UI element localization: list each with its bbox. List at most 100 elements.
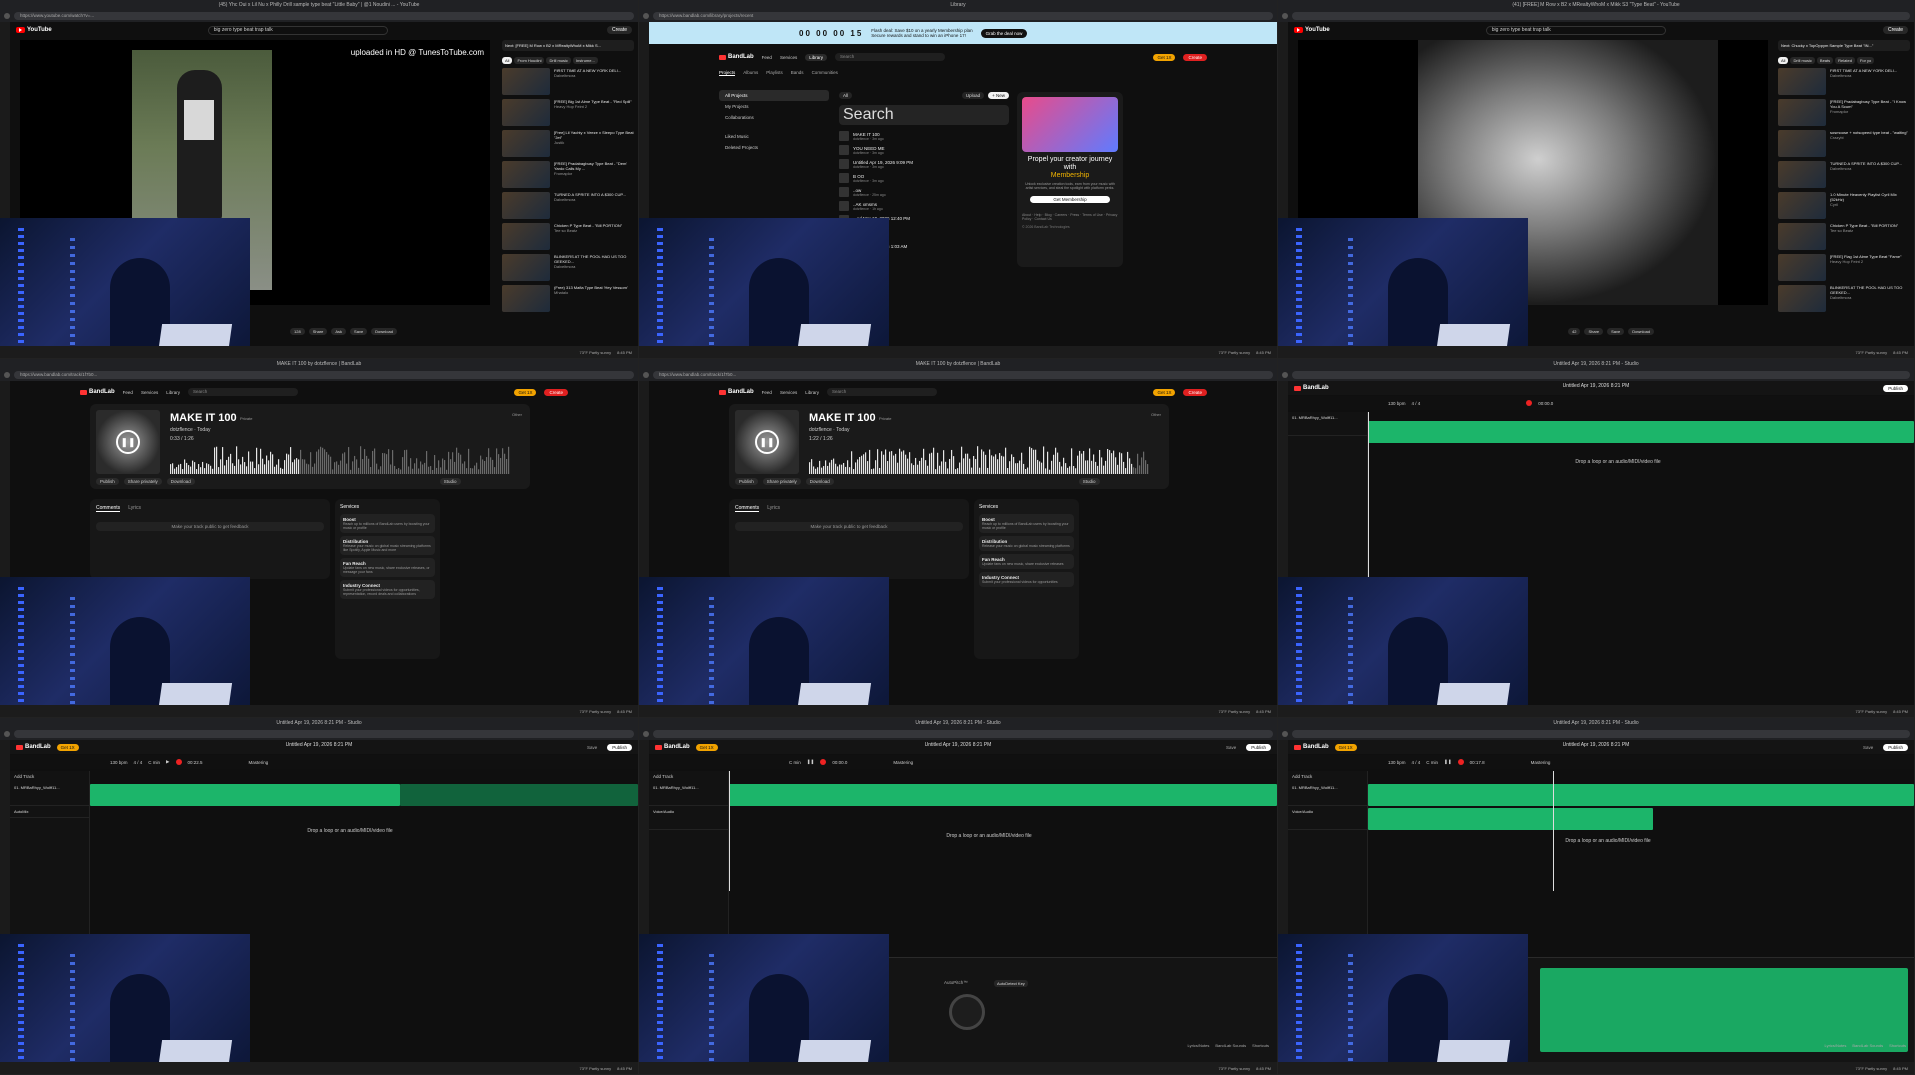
studio-button[interactable]: Studio xyxy=(439,478,461,485)
list-item[interactable]: [FREE] Big 1st Alme Type Beat - "Red Spi… xyxy=(502,99,634,126)
bandlab-logo[interactable]: BandLab xyxy=(16,744,51,750)
list-item[interactable]: 1.0 Minute Heavenly Playlist Cyril Mix (… xyxy=(1778,192,1910,219)
bandlab-sounds-link[interactable]: BandLab Sounds xyxy=(1215,1043,1246,1048)
publish-button[interactable]: Publish xyxy=(735,478,758,485)
service-distribution[interactable]: Distribution Release your music on global… xyxy=(340,536,435,555)
save-button[interactable]: Save xyxy=(1863,745,1873,750)
chip[interactable]: Drill music xyxy=(546,57,571,64)
tab-albums[interactable]: Albums xyxy=(743,70,758,76)
track-artist[interactable]: dotzflence · Today xyxy=(170,427,211,433)
vocal-waveform[interactable] xyxy=(1540,968,1908,1052)
service-boost[interactable]: Boost Reach up to millions of BandLab use… xyxy=(979,514,1074,533)
service-boost[interactable]: Boost Reach up to millions of BandLab use… xyxy=(340,514,435,533)
chip[interactable]: Related xyxy=(1835,57,1855,64)
shortcuts-link[interactable]: Shortcuts xyxy=(1252,1043,1269,1048)
table-row[interactable]: ..AK xmsms dotzflence · 1h ago xyxy=(839,201,1009,211)
list-item[interactable]: sosmoose + notsopeed type beat - "waitin… xyxy=(1778,130,1910,157)
search-input[interactable]: Search xyxy=(834,53,945,61)
bandlab-logo[interactable]: BandLab xyxy=(1294,744,1329,750)
list-item[interactable]: FIRST TIME AT A NEW YORK DELI... Dalveltm… xyxy=(1778,68,1910,95)
bandlab-logo[interactable]: BandLab xyxy=(80,389,115,395)
create-button[interactable]: Create xyxy=(1882,26,1908,34)
list-item[interactable]: [FREE] Pradabagbusy Type Beat - "I Know … xyxy=(1778,99,1910,126)
back-icon[interactable] xyxy=(643,372,649,378)
nav-services[interactable]: Services xyxy=(780,390,797,395)
browser-tab[interactable]: Library xyxy=(950,2,965,8)
save-button[interactable]: Save xyxy=(1226,745,1236,750)
tempo[interactable]: 130 bpm xyxy=(1388,401,1406,406)
tab-projects[interactable]: Projects xyxy=(719,70,736,76)
vocal-region[interactable] xyxy=(1368,808,1653,830)
nav-services[interactable]: Services xyxy=(780,55,797,60)
bandlab-logo[interactable]: BandLab xyxy=(719,389,754,395)
list-item[interactable]: BLINKERS AT THE POOL HAD US TOO GEEKED..… xyxy=(502,254,634,281)
list-item[interactable]: Chicken P Type Beat - "Bill PORTION" Tee … xyxy=(1778,223,1910,250)
address-bar[interactable] xyxy=(14,730,634,738)
upload-button[interactable]: Upload xyxy=(961,92,985,99)
list-item[interactable]: FIRST TIME AT A NEW YORK DELI... Dalveltm… xyxy=(502,68,634,95)
table-row[interactable]: ..ow dotzflence · 25m ago xyxy=(839,187,1009,197)
chip[interactable]: All xyxy=(502,57,513,64)
browser-tab[interactable]: MAKE IT 100 by dotzflence | BandLab xyxy=(916,361,1001,367)
list-item[interactable]: TURNED A SPRITE INTO A $300 CUP... Dalvel… xyxy=(502,192,634,219)
tab-lyrics[interactable]: Lyrics xyxy=(128,505,141,512)
nav-library[interactable]: Library xyxy=(805,53,827,61)
mastering-button[interactable]: Mastering xyxy=(1531,760,1551,765)
playhead[interactable] xyxy=(1553,771,1554,891)
list-item[interactable]: [FREE] Pradabagbusy Type Beat - "Dem' Ya… xyxy=(502,161,634,188)
address-bar[interactable]: https://www.bandlab.com/track/1f7b0... xyxy=(653,371,1273,379)
gift-button[interactable]: Get 1X xyxy=(1153,53,1176,61)
track-waveform[interactable] xyxy=(809,444,1149,474)
service-industry-connect[interactable]: Industry Connect Submit your professional… xyxy=(340,580,435,599)
nav-feed[interactable]: Feed xyxy=(762,390,772,395)
footer-links[interactable]: About · Help · Blog · Careers · Press · … xyxy=(1022,213,1118,221)
share-privately-button[interactable]: Share privately xyxy=(123,478,162,485)
back-icon[interactable] xyxy=(1282,372,1288,378)
sidebar-item-collaborations[interactable]: Collaborations xyxy=(719,112,829,123)
key[interactable]: C min xyxy=(789,760,801,765)
nav-library[interactable]: Library xyxy=(166,390,180,395)
drop-zone[interactable]: Drop a loop or an audio/MIDI/video file xyxy=(1508,838,1708,844)
download-button[interactable]: Download xyxy=(371,328,397,335)
publish-button[interactable]: Publish xyxy=(96,478,119,485)
time-signature[interactable]: 4 / 4 xyxy=(1412,760,1421,765)
audio-region[interactable] xyxy=(90,784,400,806)
new-button[interactable]: + New xyxy=(988,92,1009,99)
gift-button[interactable]: Get 1X xyxy=(1153,388,1176,396)
tab-comments[interactable]: Comments xyxy=(735,505,760,512)
publish-button[interactable]: Publish xyxy=(1883,384,1908,392)
back-icon[interactable] xyxy=(4,372,10,378)
gift-button[interactable]: Get 1X xyxy=(514,388,537,396)
track-header[interactable]: 01. MRBaRhyy_Wolff11... xyxy=(649,782,728,806)
time-signature[interactable]: 4 / 4 xyxy=(134,760,143,765)
audio-region[interactable] xyxy=(1368,784,1914,806)
create-button[interactable]: Create xyxy=(606,26,632,34)
bandlab-logo[interactable]: BandLab xyxy=(719,54,754,60)
tab-comments[interactable]: Comments xyxy=(96,505,121,512)
table-row[interactable]: YOU NEED ME dotzflence · 3m ago xyxy=(839,145,1009,155)
drop-zone[interactable]: Drop a loop or an audio/MIDI/video file xyxy=(250,828,450,834)
pause-icon[interactable]: ❚❚ xyxy=(1444,759,1452,765)
chip[interactable]: Beats xyxy=(1816,57,1834,64)
publish-button[interactable]: Publish xyxy=(1246,743,1271,751)
pause-icon[interactable]: ❚❚ xyxy=(755,430,779,454)
service-fan-reach[interactable]: Fan Reach Update fans on new music, share… xyxy=(979,554,1074,569)
search-input[interactable]: Search xyxy=(826,388,937,396)
share-privately-button[interactable]: Share privately xyxy=(762,478,801,485)
table-row[interactable]: Untitled Apr 19, 2026 9:09 PM dotzflence … xyxy=(839,159,1009,169)
nav-feed[interactable]: Feed xyxy=(123,390,133,395)
pause-icon[interactable]: ❚❚ xyxy=(807,759,815,765)
share-button[interactable]: Share xyxy=(1584,328,1604,335)
drop-zone[interactable]: Drop a loop or an audio/MIDI/video file xyxy=(1518,459,1718,465)
chip[interactable]: All xyxy=(1778,57,1789,64)
sidebar-item-liked-music[interactable]: Liked Music xyxy=(719,131,829,142)
back-icon[interactable] xyxy=(643,13,649,19)
back-icon[interactable] xyxy=(4,731,10,737)
key[interactable]: C min xyxy=(1426,760,1438,765)
list-item[interactable]: (Free) 313 Mafia Type Beat 'Hey Vessom' M… xyxy=(502,285,634,312)
bandlab-logo[interactable]: BandLab xyxy=(655,744,690,750)
key[interactable]: C min xyxy=(148,760,160,765)
like-button[interactable]: 128 xyxy=(290,328,305,335)
list-item[interactable]: [Free] Lil Yachty x Veeze x Sleepo Type … xyxy=(502,130,634,157)
autodetect-key-button[interactable]: AutoDetect Key xyxy=(994,980,1028,987)
